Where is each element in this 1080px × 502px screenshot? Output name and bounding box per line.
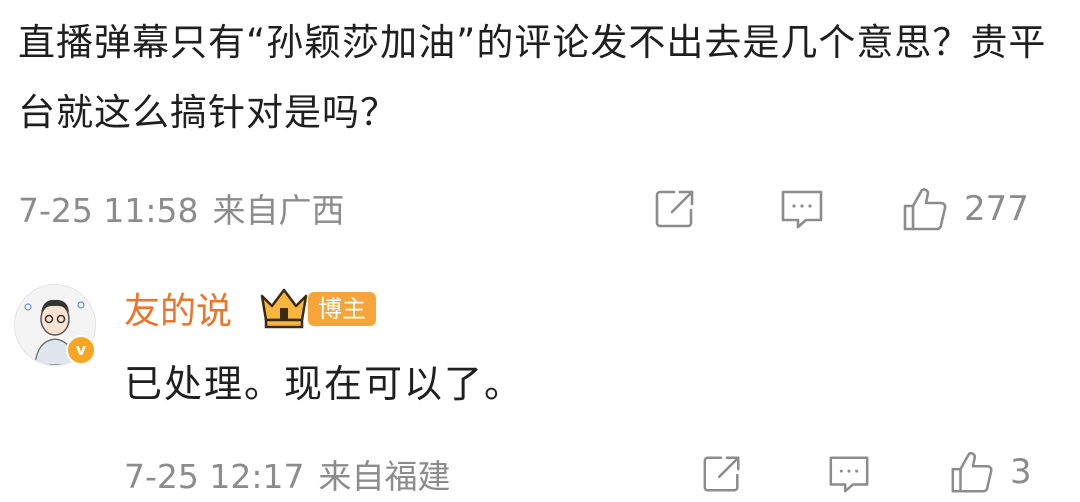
- comment-button[interactable]: [778, 186, 826, 232]
- reply-comment-button[interactable]: [826, 452, 872, 496]
- comment-icon: [778, 186, 826, 232]
- username[interactable]: 友的说: [124, 288, 232, 336]
- like-button[interactable]: 277: [900, 184, 1029, 234]
- crown-icon: [258, 286, 310, 334]
- like-count: 277: [964, 189, 1029, 229]
- comment-text: 直播弹幕只有“孙颖莎加油”的评论发不出去是几个意思？贵平台就这么搞针对是吗？: [18, 21, 1047, 134]
- reply-time: 7-25 12:17: [124, 457, 305, 496]
- comment-icon: [826, 452, 872, 496]
- reply-like-count: 3: [1010, 452, 1032, 492]
- like-icon: [900, 184, 950, 234]
- comment-location: 来自广西: [212, 191, 345, 230]
- comment-time: 7-25 11:58: [18, 191, 199, 230]
- blogger-badge: 博主: [308, 292, 376, 326]
- reply-meta: 7-25 12:17 来自福建: [18, 452, 451, 502]
- verified-icon: v: [66, 335, 96, 365]
- reply-location: 来自福建: [318, 457, 451, 496]
- reply-share-button[interactable]: [700, 452, 744, 496]
- share-icon: [652, 186, 698, 232]
- reply-text: 已处理。现在可以了。: [124, 362, 525, 406]
- share-button[interactable]: [652, 186, 698, 232]
- share-icon: [700, 452, 744, 496]
- comment-meta: 7-25 11:58 来自广西: [18, 186, 345, 236]
